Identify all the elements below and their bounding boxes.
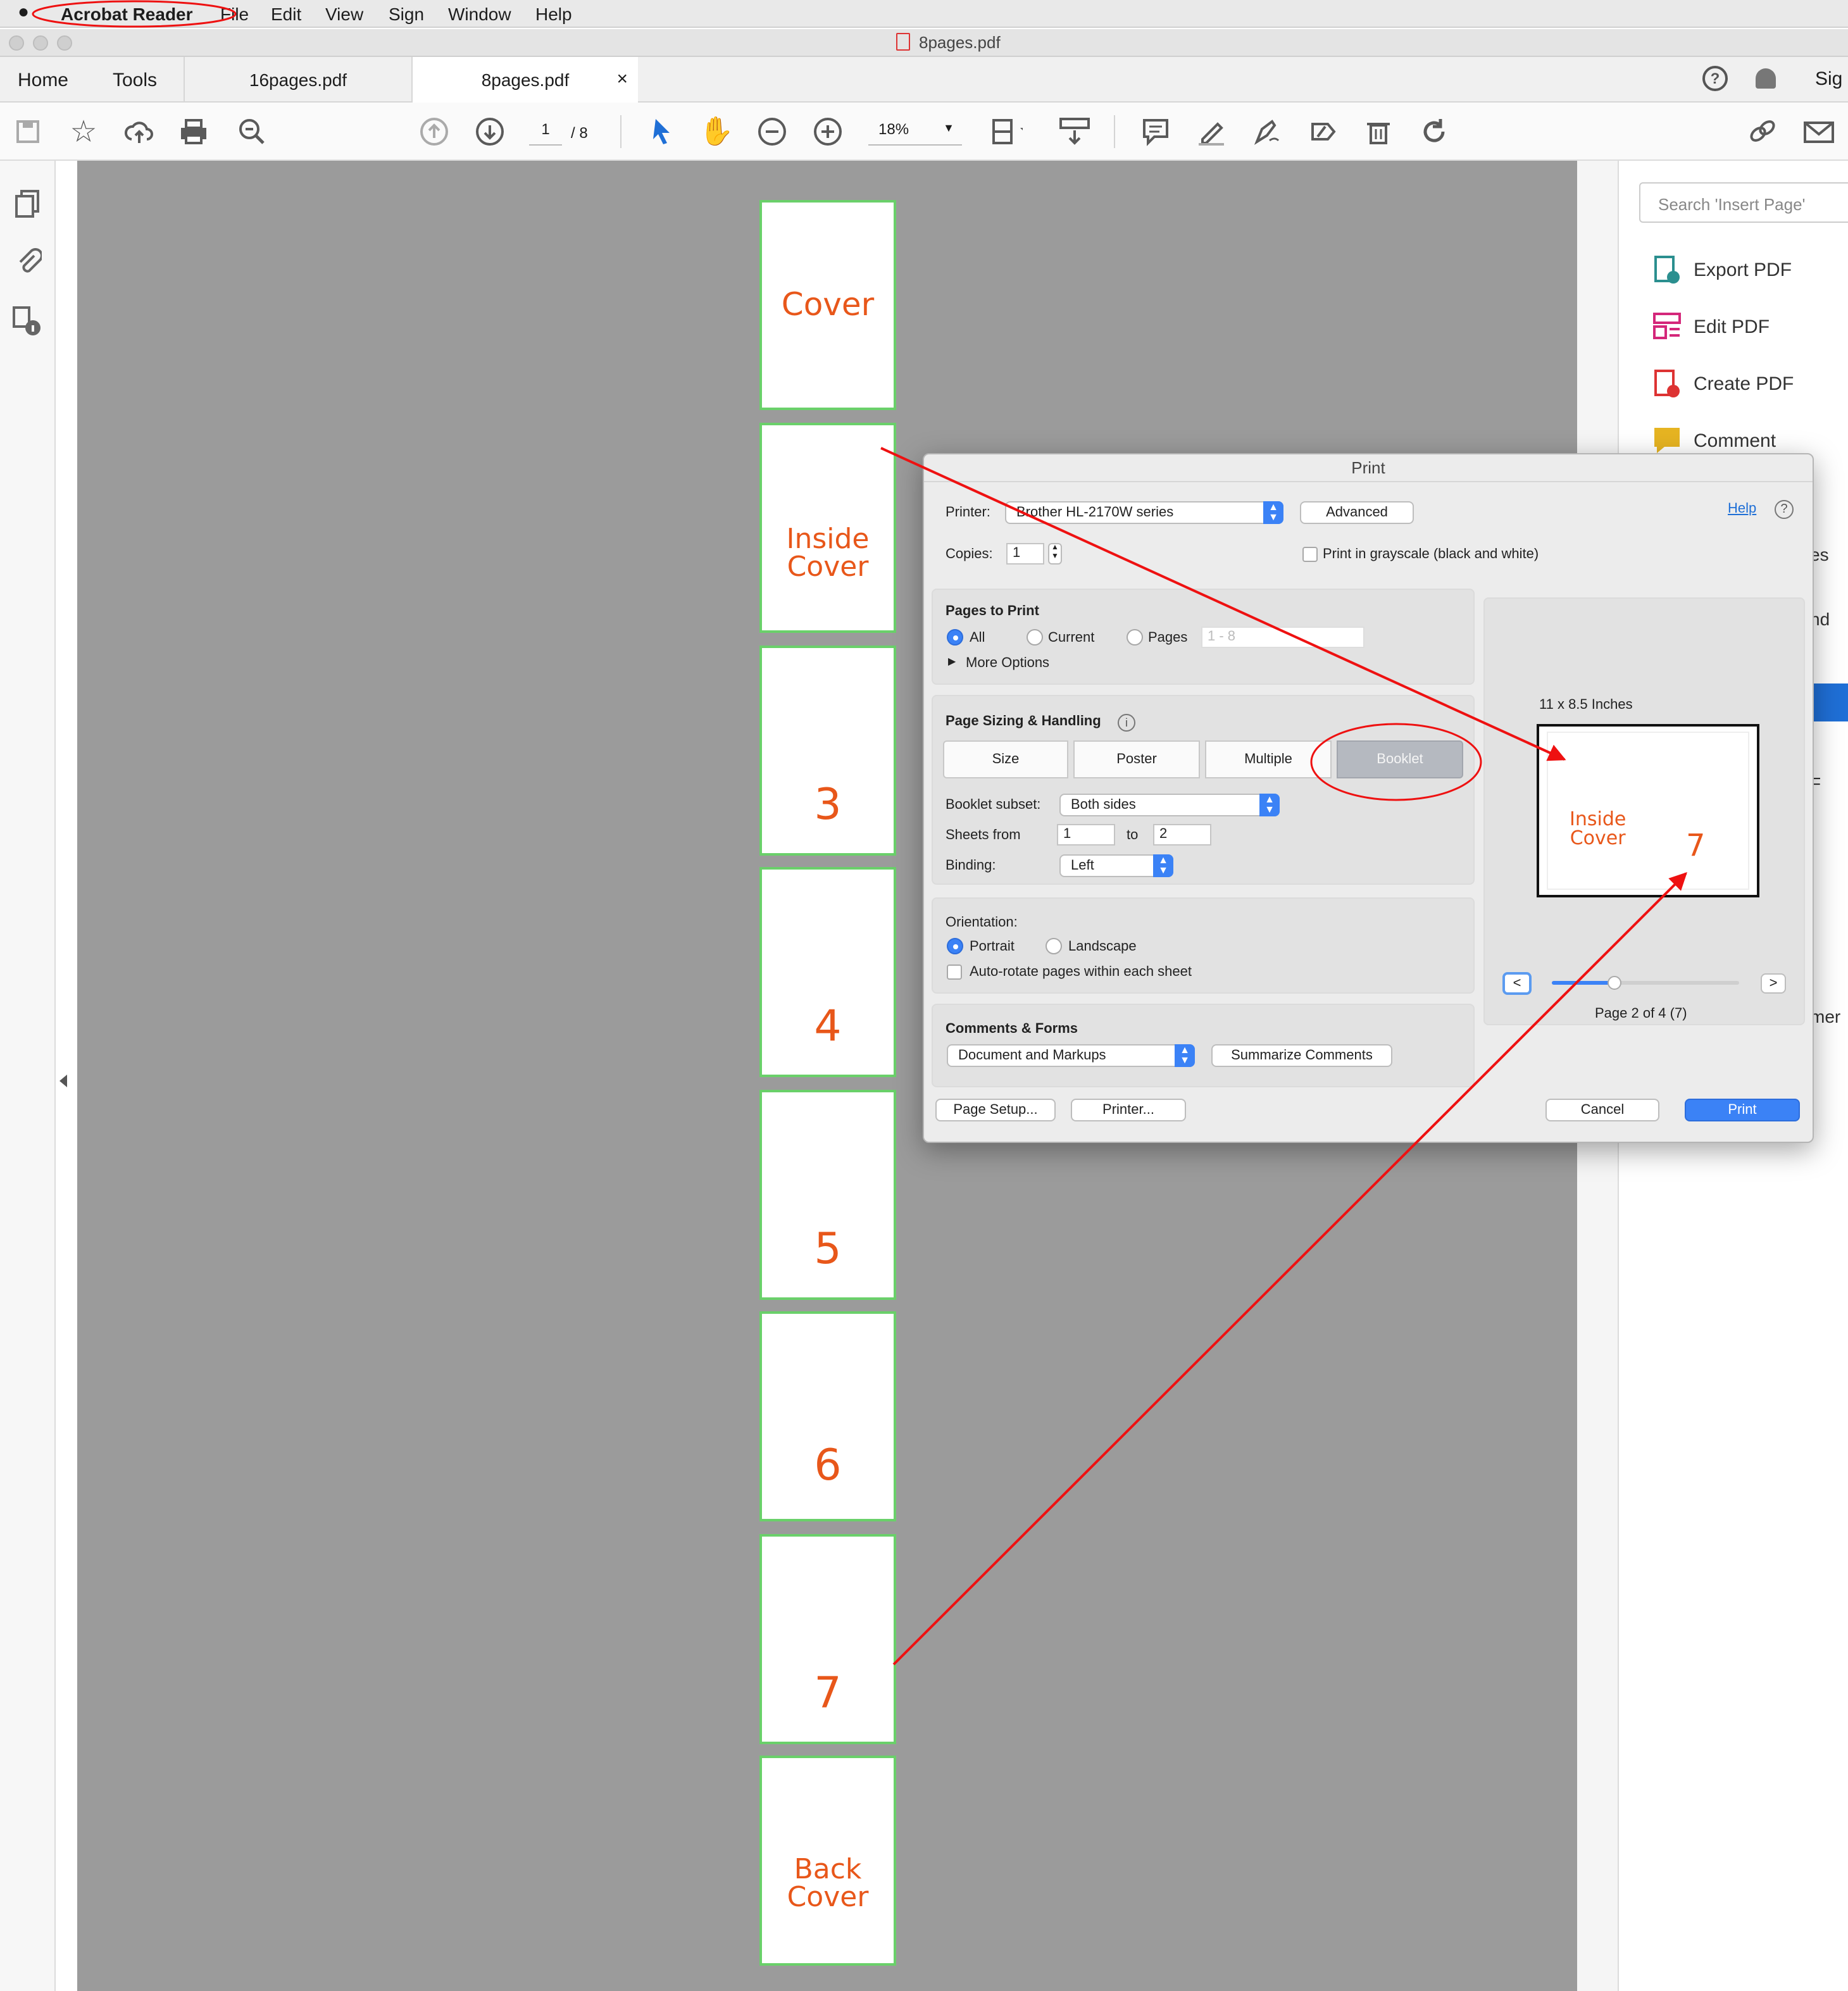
annotation-arrow-page-7 [892, 872, 1687, 1666]
annotation-arrow-inside-cover [880, 447, 1566, 761]
annotation-circle-app-menu [32, 0, 237, 28]
annotation-overlay [32, 0, 1687, 1666]
annotation-circle-booklet [1310, 723, 1482, 801]
